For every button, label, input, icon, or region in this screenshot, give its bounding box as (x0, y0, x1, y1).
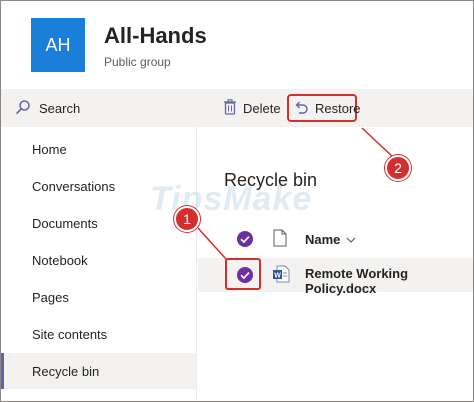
step-badge-2: 2 (385, 155, 411, 181)
step-badge-1: 1 (174, 206, 200, 232)
arrow-step-1 (197, 227, 227, 260)
arrow-step-2 (361, 127, 395, 159)
annotation-arrows (197, 127, 395, 260)
